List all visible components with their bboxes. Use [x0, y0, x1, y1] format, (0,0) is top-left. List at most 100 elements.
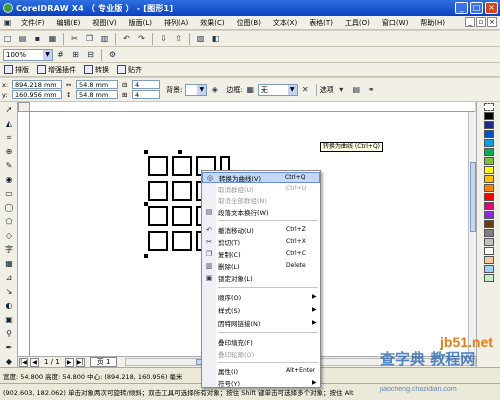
doc-restore-button[interactable]: ▫	[476, 17, 486, 27]
x-position-field[interactable]: 894.218 mm	[12, 80, 62, 89]
rectangle-tool-icon[interactable]: ▭	[2, 188, 16, 200]
dimension-tool-icon[interactable]: ⊿	[2, 272, 16, 284]
menu-item-overprint-outline[interactable]: 叠印轮廓(O)	[202, 348, 320, 359]
color-swatch[interactable]	[483, 175, 494, 183]
polygon-tool-icon[interactable]: ⬠	[2, 216, 16, 228]
menu-edit[interactable]: 编辑(E)	[51, 18, 87, 28]
export-icon[interactable]: ⇧	[172, 33, 185, 45]
menu-item-internet-links[interactable]: 因特网链接(N) ▶	[202, 317, 320, 328]
color-swatch[interactable]	[483, 184, 494, 192]
color-swatch[interactable]	[483, 157, 494, 165]
selection-handle[interactable]	[144, 254, 148, 258]
zoom-level-combo[interactable]: 100% ▼	[3, 48, 53, 61]
columns-stepper[interactable]: 4	[132, 80, 160, 89]
menu-item-convert-to-curves[interactable]: ◎ 转换为曲线(V) Ctrl+Q	[202, 172, 320, 183]
menu-tools[interactable]: 工具(O)	[339, 18, 376, 28]
minimize-button[interactable]: _	[455, 2, 468, 14]
menu-item-lock-object[interactable]: ▣ 锁定对象(L)	[202, 272, 320, 283]
table-tool-icon[interactable]: ▦	[2, 258, 16, 270]
vertical-ruler[interactable]	[18, 112, 30, 356]
menu-layout[interactable]: 版面(L)	[123, 18, 158, 28]
color-swatch[interactable]	[483, 265, 494, 273]
border-selector-icon[interactable]: ▦	[244, 84, 257, 96]
table-cell[interactable]	[172, 231, 192, 251]
outline-tool-icon[interactable]: ✒	[2, 342, 16, 354]
menu-item-wrap-paragraph-text[interactable]: ▤ 段落文本换行(W)	[202, 206, 320, 217]
copy-icon[interactable]: ❐	[83, 33, 96, 45]
wrap-paragraph-icon[interactable]: ▤	[350, 84, 363, 96]
horizontal-ruler[interactable]	[30, 102, 475, 112]
color-swatch[interactable]	[483, 247, 494, 255]
cut-icon[interactable]: ✂	[68, 33, 81, 45]
blend-tool-icon[interactable]: ◐	[2, 300, 16, 312]
color-swatch[interactable]	[483, 220, 494, 228]
table-cell[interactable]	[172, 206, 192, 226]
page-tab-1[interactable]: 页 1	[89, 357, 118, 367]
previous-page-icon[interactable]: ◀	[30, 357, 39, 367]
menu-view[interactable]: 视图(V)	[86, 18, 122, 28]
pick-tool-icon[interactable]: ➚	[2, 104, 16, 116]
undo-icon[interactable]: ↶	[120, 33, 133, 45]
tab-layout[interactable]: 排版	[0, 65, 33, 75]
color-swatch[interactable]	[483, 139, 494, 147]
color-swatch[interactable]	[483, 112, 494, 120]
link-icon[interactable]: ⚭	[365, 84, 378, 96]
last-page-icon[interactable]: ▶|	[75, 357, 85, 367]
redo-icon[interactable]: ↷	[135, 33, 148, 45]
menu-item-undo-move[interactable]: ↶ 撤消移动(U) Ctrl+Z	[202, 224, 320, 235]
menu-item-styles[interactable]: 样式(S) ▶	[202, 304, 320, 315]
border-color-icon[interactable]: ✕	[299, 84, 312, 96]
menu-item-ungroup[interactable]: 取消群组(U) Ctrl+U	[202, 183, 320, 194]
table-cell[interactable]	[148, 181, 168, 201]
close-button[interactable]: ×	[485, 2, 498, 14]
import-icon[interactable]: ⇩	[157, 33, 170, 45]
rulers-icon[interactable]: ⊞	[69, 49, 82, 61]
document-icon[interactable]: ▣	[1, 17, 14, 29]
basic-shapes-tool-icon[interactable]: ◇	[2, 230, 16, 242]
color-swatch[interactable]	[483, 193, 494, 201]
color-swatch[interactable]	[483, 229, 494, 237]
doc-close-button[interactable]: ×	[487, 17, 497, 27]
menu-help[interactable]: 帮助(H)	[414, 18, 451, 28]
first-page-icon[interactable]: |◀	[19, 357, 28, 367]
menu-arrange[interactable]: 排列(A)	[158, 18, 194, 28]
menu-item-cut[interactable]: ✂ 剪切(T) Ctrl+X	[202, 236, 320, 247]
color-swatch[interactable]	[483, 256, 494, 264]
application-launcher-icon[interactable]: ▧	[194, 33, 207, 45]
width-field[interactable]: 54.8 mm	[76, 80, 118, 89]
color-swatch[interactable]	[483, 274, 494, 282]
shape-tool-icon[interactable]: ◭	[2, 118, 16, 130]
ruler-origin[interactable]	[18, 102, 30, 112]
height-field[interactable]: 54.8 mm	[76, 90, 118, 99]
options-label[interactable]: 选项	[320, 85, 334, 95]
table-cell[interactable]	[172, 181, 192, 201]
menu-item-delete[interactable]: ▥ 删除(L) Delete	[202, 260, 320, 271]
color-swatch[interactable]	[483, 238, 494, 246]
doc-minimize-button[interactable]: _	[465, 17, 475, 27]
snap-grid-icon[interactable]: #	[54, 49, 67, 61]
ellipse-tool-icon[interactable]: ◯	[2, 202, 16, 214]
menu-item-order[interactable]: 顺序(O) ▶	[202, 291, 320, 302]
tab-convert[interactable]: 转换	[80, 65, 113, 75]
border-width-combo[interactable]: 无 ▼	[257, 83, 298, 96]
text-tool-icon[interactable]: 字	[2, 244, 16, 256]
eyedropper-tool-icon[interactable]: ⚲	[2, 328, 16, 340]
menu-window[interactable]: 窗口(W)	[376, 18, 414, 28]
transparency-tool-icon[interactable]: ▣	[2, 314, 16, 326]
new-file-icon[interactable]: □	[1, 33, 14, 45]
rows-stepper[interactable]: 4	[132, 90, 160, 99]
smart-fill-tool-icon[interactable]: ◉	[2, 174, 16, 186]
menu-text[interactable]: 文本(X)	[267, 18, 303, 28]
background-color-picker[interactable]: ▼	[185, 83, 208, 96]
menu-item-properties[interactable]: 属性(I) Alt+Enter	[202, 365, 320, 376]
save-icon[interactable]: ▪	[31, 33, 44, 45]
tab-plugins[interactable]: 增强插件	[33, 65, 80, 75]
vertical-scrollbar[interactable]	[468, 112, 476, 356]
menu-effects[interactable]: 效果(C)	[194, 18, 230, 28]
crop-tool-icon[interactable]: ⌗	[2, 132, 16, 144]
zoom-tool-icon[interactable]: ⊕	[2, 146, 16, 158]
table-cell[interactable]	[148, 206, 168, 226]
menu-item-overprint-fill[interactable]: 叠印填充(F)	[202, 336, 320, 347]
guidelines-icon[interactable]: ⊟	[84, 49, 97, 61]
open-folder-icon[interactable]: ▤	[16, 33, 29, 45]
